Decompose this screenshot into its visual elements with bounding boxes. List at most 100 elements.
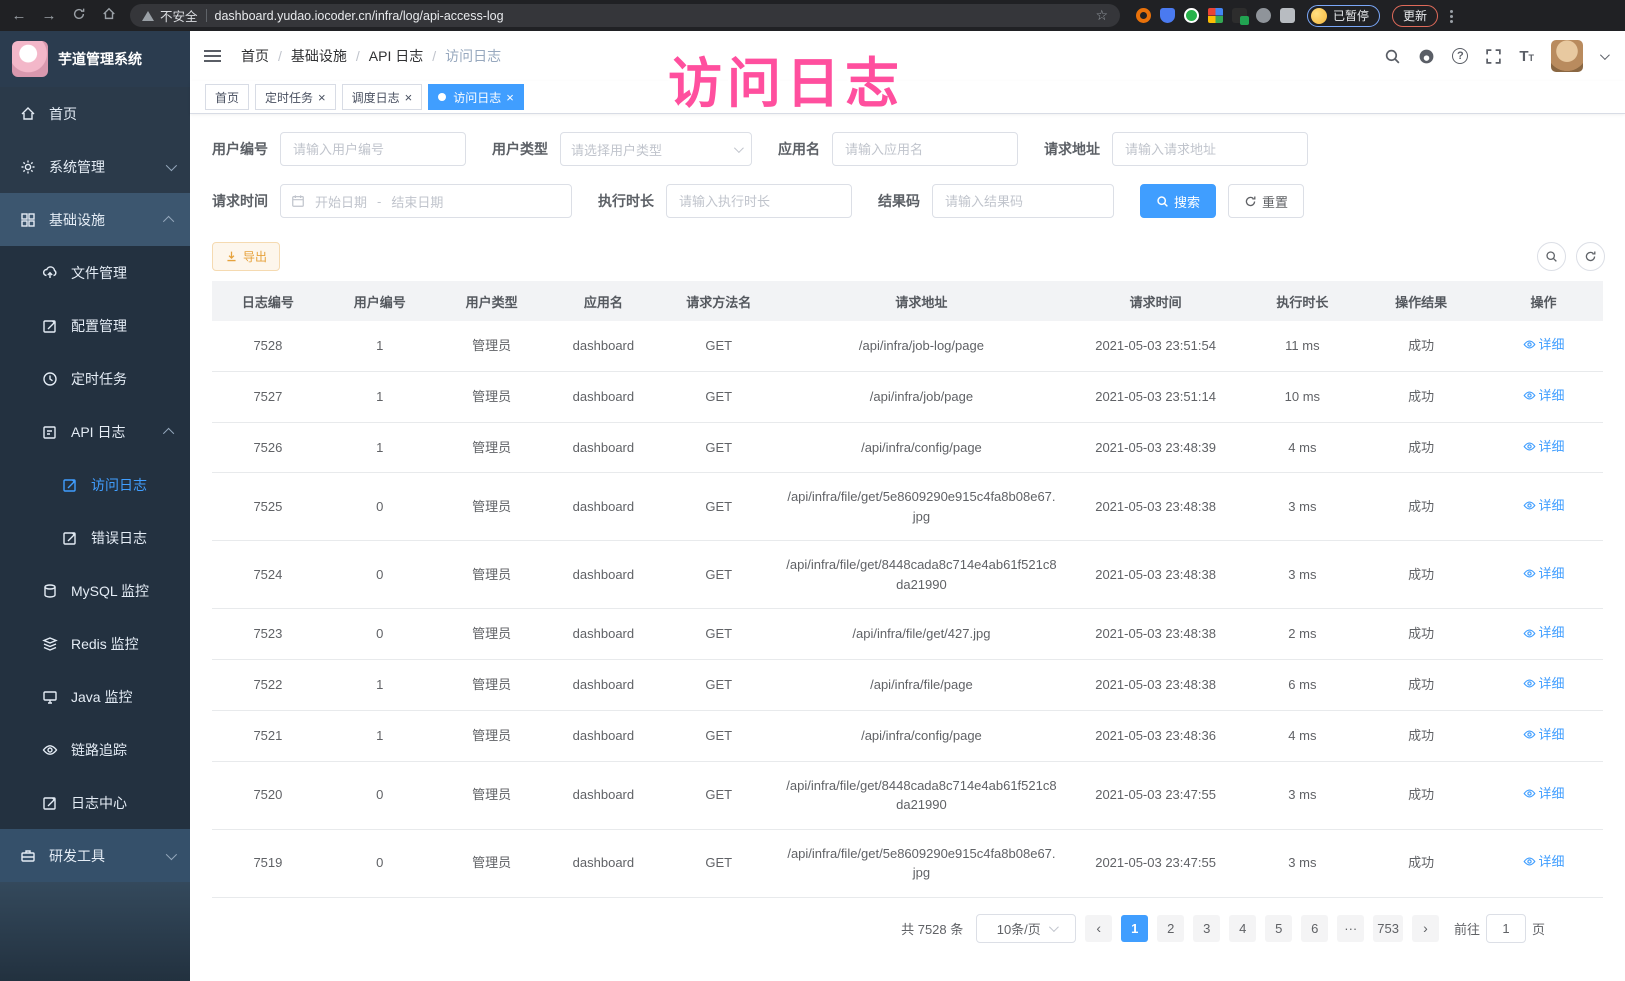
- search-button[interactable]: 搜索: [1140, 184, 1216, 218]
- app-name-label: 应用名: [778, 139, 820, 159]
- request-time-range-picker[interactable]: 开始日期 - 结束日期: [280, 184, 572, 218]
- detail-link[interactable]: 详细: [1523, 852, 1565, 872]
- sidebar-item-scheduled-jobs[interactable]: 定时任务: [0, 352, 190, 405]
- tab-scheduled-jobs[interactable]: 定时任务×: [255, 84, 336, 110]
- security-status[interactable]: 不安全: [142, 6, 198, 25]
- extension-icon[interactable]: [1232, 8, 1247, 23]
- detail-link[interactable]: 详细: [1523, 725, 1565, 745]
- page-number-button[interactable]: 5: [1265, 915, 1292, 942]
- duration-input[interactable]: [666, 184, 852, 218]
- more-pages-button[interactable]: ···: [1337, 915, 1364, 942]
- sidebar-item-home[interactable]: 首页: [0, 87, 190, 140]
- sidebar-item-error-log[interactable]: 错误日志: [0, 511, 190, 564]
- reset-button[interactable]: 重置: [1228, 184, 1304, 218]
- forward-icon[interactable]: →: [40, 7, 58, 24]
- eye-icon: [1523, 627, 1536, 640]
- app-name-input[interactable]: [832, 132, 1018, 166]
- cell-result: 成功: [1358, 541, 1484, 609]
- browser-menu-icon[interactable]: [1450, 9, 1454, 23]
- close-icon[interactable]: ×: [506, 91, 514, 104]
- sidebar-item-mysql-monitor[interactable]: MySQL 监控: [0, 564, 190, 617]
- reload-icon[interactable]: [70, 7, 88, 25]
- sidebar-item-system[interactable]: 系统管理: [0, 140, 190, 193]
- sidebar-item-infra[interactable]: 基础设施: [0, 193, 190, 246]
- toggle-search-button[interactable]: [1537, 242, 1566, 271]
- page-number-button[interactable]: 1: [1121, 915, 1148, 942]
- download-icon: [225, 250, 238, 263]
- user-type-select[interactable]: 请选择用户类型: [560, 132, 752, 166]
- sidebar-item-redis-monitor[interactable]: Redis 监控: [0, 617, 190, 670]
- result-code-input[interactable]: [932, 184, 1114, 218]
- request-url-input[interactable]: [1112, 132, 1308, 166]
- page-number-button[interactable]: 3: [1193, 915, 1220, 942]
- next-page-button[interactable]: ›: [1412, 915, 1439, 942]
- docs-help-icon[interactable]: ?: [1452, 48, 1468, 64]
- sidebar-item-config-manage[interactable]: 配置管理: [0, 299, 190, 352]
- breadcrumb-api-log[interactable]: API 日志: [369, 46, 423, 66]
- close-icon[interactable]: ×: [318, 91, 326, 104]
- refresh-table-button[interactable]: [1576, 242, 1605, 271]
- breadcrumb: 首页 / 基础设施 / API 日志 / 访问日志: [241, 46, 501, 66]
- extension-icon[interactable]: [1184, 8, 1199, 23]
- sidebar-item-access-log[interactable]: 访问日志: [0, 458, 190, 511]
- prev-page-button[interactable]: ‹: [1085, 915, 1112, 942]
- address-bar[interactable]: 不安全 dashboard.yudao.iocoder.cn/infra/log…: [130, 4, 1120, 27]
- font-size-icon[interactable]: TT: [1519, 48, 1534, 65]
- tab-dispatch-log[interactable]: 调度日志×: [342, 84, 423, 110]
- sidebar-item-trace[interactable]: 链路追踪: [0, 723, 190, 776]
- extension-icon[interactable]: [1256, 8, 1271, 23]
- close-icon[interactable]: ×: [405, 91, 413, 104]
- sidebar-item-dev-tools[interactable]: 研发工具: [0, 829, 190, 882]
- github-icon[interactable]: [1418, 48, 1435, 65]
- page-number-button[interactable]: 753: [1373, 915, 1403, 942]
- bookmark-star-icon[interactable]: ☆: [1095, 7, 1108, 24]
- breadcrumb-infra[interactable]: 基础设施: [291, 46, 347, 66]
- user-avatar[interactable]: [1551, 40, 1583, 72]
- detail-link[interactable]: 详细: [1523, 437, 1565, 457]
- sidebar-item-log-center[interactable]: 日志中心: [0, 776, 190, 829]
- detail-link[interactable]: 详细: [1523, 623, 1565, 643]
- start-date-placeholder[interactable]: 开始日期: [315, 192, 367, 211]
- cell-request-time: 2021-05-03 23:48:38: [1065, 541, 1247, 609]
- detail-link[interactable]: 详细: [1523, 496, 1565, 516]
- url-text[interactable]: dashboard.yudao.iocoder.cn/infra/log/api…: [215, 9, 504, 23]
- export-button[interactable]: 导出: [212, 242, 280, 271]
- page-number-button[interactable]: 4: [1229, 915, 1256, 942]
- eye-icon: [1523, 499, 1536, 512]
- profile-paused-pill[interactable]: 已暂停: [1307, 5, 1380, 27]
- sidebar-item-api-log[interactable]: API 日志: [0, 405, 190, 458]
- sidebar-item-java-monitor[interactable]: Java 监控: [0, 670, 190, 723]
- mysql-icon: [42, 583, 58, 599]
- extensions-puzzle-icon[interactable]: [1280, 8, 1295, 23]
- breadcrumb-home[interactable]: 首页: [241, 46, 269, 66]
- detail-link[interactable]: 详细: [1523, 335, 1565, 355]
- collapse-menu-icon[interactable]: [204, 50, 221, 63]
- cell-duration: 3 ms: [1246, 829, 1358, 897]
- table-row: 7527 1 管理员 dashboard GET /api/infra/job/…: [212, 371, 1603, 422]
- home-nav-icon[interactable]: [100, 7, 118, 25]
- page-number-button[interactable]: 6: [1301, 915, 1328, 942]
- update-button[interactable]: 更新: [1392, 5, 1438, 27]
- extension-icon[interactable]: [1208, 8, 1223, 23]
- detail-link[interactable]: 详细: [1523, 386, 1565, 406]
- detail-link[interactable]: 详细: [1523, 784, 1565, 804]
- extension-icon[interactable]: [1136, 8, 1151, 23]
- cell-result: 成功: [1358, 829, 1484, 897]
- detail-link[interactable]: 详细: [1523, 674, 1565, 694]
- end-date-placeholder[interactable]: 结束日期: [391, 192, 443, 211]
- eye-icon: [1523, 855, 1536, 868]
- tab-access-log[interactable]: 访问日志×: [428, 84, 524, 110]
- page-number-button[interactable]: 2: [1157, 915, 1184, 942]
- fullscreen-icon[interactable]: [1485, 48, 1502, 65]
- jump-page-input[interactable]: [1486, 914, 1526, 943]
- detail-link[interactable]: 详细: [1523, 564, 1565, 584]
- app-logo-row[interactable]: 芋道管理系统: [0, 31, 190, 87]
- avatar-caret-icon[interactable]: [1600, 50, 1610, 60]
- page-size-select[interactable]: 10条/页: [976, 914, 1076, 943]
- header-search-icon[interactable]: [1384, 48, 1401, 65]
- sidebar-item-file-manage[interactable]: 文件管理: [0, 246, 190, 299]
- extension-icon[interactable]: [1160, 8, 1175, 23]
- back-icon[interactable]: ←: [10, 7, 28, 24]
- tab-home[interactable]: 首页: [205, 84, 249, 110]
- user-id-input[interactable]: [280, 132, 466, 166]
